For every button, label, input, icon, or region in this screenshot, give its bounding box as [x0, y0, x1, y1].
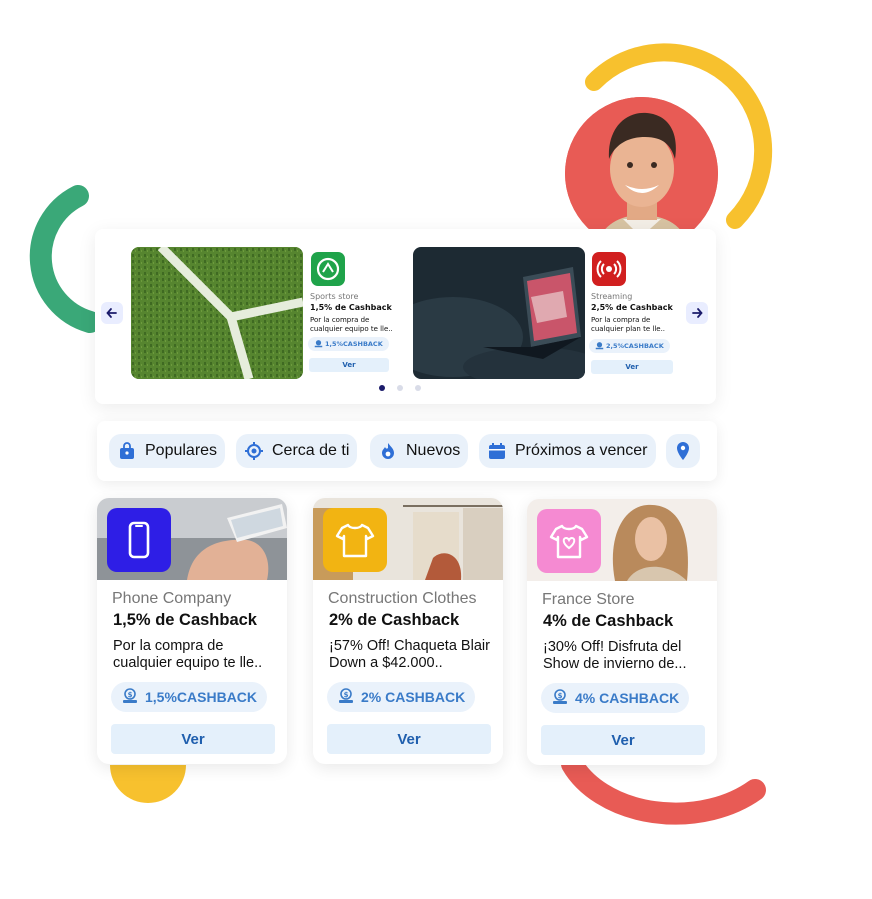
cashback-badge: $ 1,5%CASHBACK [111, 682, 268, 712]
cashback-badge: $ 4% CASHBACK [541, 683, 690, 713]
ver-button[interactable]: Ver [541, 725, 705, 755]
category-filter-bar: Populares Cerca de ti Nuevos Próximos a … [97, 421, 717, 481]
product-title: 1,5% de Cashback [113, 611, 257, 629]
sports-logo-icon [311, 252, 345, 286]
coin-hand-icon: $ [551, 688, 569, 709]
location-target-icon [244, 441, 264, 461]
cashback-badge-label: 1,5%CASHBACK [145, 689, 258, 705]
arrow-right-icon[interactable] [686, 302, 708, 324]
tshirt-icon [323, 508, 387, 572]
laptop-dark-image [413, 247, 585, 379]
svg-text:$: $ [558, 692, 563, 700]
coin-hand-icon: $ [121, 687, 139, 708]
carousel-dot-1[interactable] [379, 385, 385, 391]
fire-icon [378, 441, 398, 461]
map-pin-icon [673, 441, 693, 461]
calendar-icon [487, 441, 507, 461]
cashback-badge-label: 2,5%CASHBACK [606, 342, 664, 350]
slide-description: Por la compra de cualquier plan te lle.. [591, 316, 666, 333]
product-description: ¡30% Off! Disfruta del Show de invierno … [543, 639, 687, 672]
cashback-badge: $ 2% CASHBACK [327, 682, 476, 712]
slide-title: 2,5% de Cashback [591, 303, 673, 312]
chip-label: Populares [145, 442, 218, 459]
chip-nuevos[interactable]: Nuevos [370, 434, 469, 468]
coin-hand-icon: $ [337, 687, 355, 708]
chip-cerca-de-ti[interactable]: Cerca de ti [236, 434, 358, 468]
coin-hand-icon [314, 339, 323, 350]
cashback-badge-label: 4% CASHBACK [575, 690, 680, 706]
arrow-left-icon[interactable] [101, 302, 123, 324]
slide-ver-button[interactable]: Ver [591, 360, 673, 374]
cashback-badge-label: 1,5%CASHBACK [325, 340, 383, 348]
product-card-construction-clothes[interactable]: Construction Clothes 2% de Cashback ¡57%… [313, 498, 503, 764]
green-arc [29, 185, 101, 333]
yellow-half-disc [110, 765, 186, 803]
cashback-badge: 1,5%CASHBACK [308, 337, 389, 351]
svg-text:$: $ [344, 691, 349, 699]
chip-label: Próximos a vencer [515, 442, 648, 459]
cashback-badge-label: 2% CASHBACK [361, 689, 466, 705]
product-category: France Store [542, 591, 635, 608]
product-description: Por la compra de cualquier equipo te lle… [113, 638, 263, 671]
red-arc [561, 753, 766, 825]
smartphone-icon [107, 508, 171, 572]
user-avatar [565, 97, 718, 250]
featured-carousel: Sports store 1,5% de Cashback Por la com… [95, 229, 716, 404]
streaming-logo-icon [592, 252, 626, 286]
map-pin-button[interactable] [666, 434, 700, 468]
ver-button[interactable]: Ver [111, 724, 275, 754]
slide-category: Streaming [591, 292, 633, 301]
product-description: ¡57% Off! Chaqueta Blair Down a $42.000.… [329, 638, 490, 671]
chip-populares[interactable]: Populares [109, 434, 226, 468]
heart-shirt-icon [537, 509, 601, 573]
product-card-france-store[interactable]: France Store 4% de Cashback ¡30% Off! Di… [527, 499, 717, 765]
chip-label: Nuevos [406, 442, 461, 459]
product-category: Phone Company [112, 590, 232, 607]
svg-text:$: $ [128, 691, 133, 699]
smiling-man-portrait [565, 97, 718, 250]
product-category: Construction Clothes [328, 590, 477, 607]
slide-title: 1,5% de Cashback [310, 303, 392, 312]
slide-description: Por la compra de cualquier equipo te lle… [310, 316, 393, 333]
ver-button[interactable]: Ver [327, 724, 491, 754]
shopping-bag-icon [117, 441, 137, 461]
product-title: 2% de Cashback [329, 611, 460, 629]
carousel-dot-2[interactable] [397, 385, 403, 391]
cashback-badge: 2,5%CASHBACK [589, 339, 670, 353]
slide-ver-button[interactable]: Ver [309, 358, 389, 372]
slide-category: Sports store [310, 292, 359, 301]
soccer-field-image [131, 247, 303, 379]
coin-hand-icon [595, 341, 604, 352]
chip-proximos-a-vencer[interactable]: Próximos a vencer [479, 434, 656, 468]
product-title: 4% de Cashback [543, 612, 674, 630]
product-card-phone-company[interactable]: Phone Company 1,5% de Cashback Por la co… [97, 498, 287, 764]
chip-label: Cerca de ti [272, 442, 350, 459]
carousel-dot-3[interactable] [415, 385, 421, 391]
